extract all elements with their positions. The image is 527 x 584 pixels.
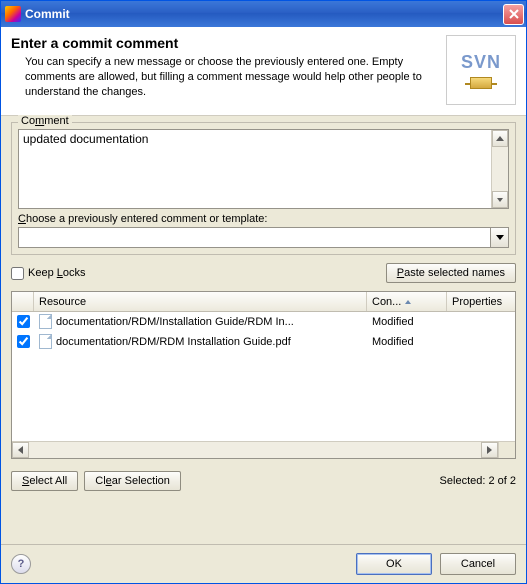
comment-textarea-wrap: updated documentation [18,129,509,209]
ok-button[interactable]: OK [356,553,432,575]
titlebar[interactable]: Commit [1,1,526,27]
options-row: Keep Locks Paste selected names [11,263,516,283]
row-checkbox-cell [12,313,34,330]
scroll-corner [498,442,515,458]
keep-locks-label: Keep Locks [28,267,86,279]
chevron-down-icon [497,198,503,202]
comment-legend: Comment [18,115,72,127]
scroll-right-button[interactable] [481,442,498,458]
previous-comment-label: Choose a previously entered comment or t… [18,213,509,225]
scroll-left-button[interactable] [12,442,29,458]
commit-dialog: Commit Enter a commit comment You can sp… [0,0,527,584]
selection-status: Selected: 2 of 2 [440,475,516,487]
chevron-down-icon [496,235,504,240]
horizontal-scrollbar[interactable] [12,441,515,458]
row-resource: documentation/RDM/RDM Installation Guide… [34,332,367,351]
help-button[interactable]: ? [11,554,31,574]
previous-comment-combo [18,227,509,248]
select-all-button[interactable]: Select All [11,471,78,491]
row-checkbox[interactable] [17,335,30,348]
comment-scrollbar[interactable] [491,130,508,208]
clear-selection-button[interactable]: Clear Selection [84,471,181,491]
svn-logo: SVN [446,35,516,105]
header-title: Enter a commit comment [11,35,438,51]
selection-buttons: Select All Clear Selection [11,471,181,491]
table-header: Resource Con... Properties [12,292,515,312]
row-content-status: Modified [367,334,447,350]
sort-indicator-icon [405,300,411,304]
content-area: Comment updated documentation Choose a p… [1,115,526,544]
comment-fieldset: Comment updated documentation Choose a p… [11,122,516,255]
scroll-up-button[interactable] [492,130,508,147]
row-content-status: Modified [367,314,447,330]
header: Enter a commit comment You can specify a… [1,27,526,115]
help-icon: ? [18,558,25,570]
column-resource[interactable]: Resource [34,292,367,311]
row-checkbox-cell [12,333,34,350]
header-text: Enter a commit comment You can specify a… [11,35,438,100]
row-checkbox[interactable] [17,315,30,328]
scroll-track[interactable] [492,147,508,191]
svn-logo-icon [470,77,492,89]
file-icon [39,334,52,349]
combo-dropdown-button[interactable] [491,227,509,248]
resources-table: Resource Con... Properties documentation… [11,291,516,459]
row-resource: documentation/RDM/Installation Guide/RDM… [34,312,367,331]
window-title: Commit [25,7,503,21]
previous-comment-input[interactable] [18,227,491,248]
column-content[interactable]: Con... [367,292,447,311]
scroll-track-h[interactable] [29,442,481,458]
close-button[interactable] [503,4,524,25]
paste-selected-names-button[interactable]: Paste selected names [386,263,516,283]
row-properties [447,320,515,324]
scroll-down-button[interactable] [492,191,508,208]
column-properties[interactable]: Properties [447,292,515,311]
chevron-left-icon [18,446,23,454]
chevron-right-icon [487,446,492,454]
table-row[interactable]: documentation/RDM/RDM Installation Guide… [12,332,515,352]
comment-textarea[interactable]: updated documentation [19,130,491,208]
cancel-button[interactable]: Cancel [440,553,516,575]
selection-row: Select All Clear Selection Selected: 2 o… [11,471,516,491]
header-description: You can specify a new message or choose … [11,55,438,100]
keep-locks-checkbox[interactable]: Keep Locks [11,267,86,280]
footer: ? OK Cancel [1,544,526,583]
chevron-up-icon [496,136,504,141]
row-properties [447,340,515,344]
svn-logo-text: SVN [461,52,501,73]
table-body: documentation/RDM/Installation Guide/RDM… [12,312,515,441]
file-icon [39,314,52,329]
table-row[interactable]: documentation/RDM/Installation Guide/RDM… [12,312,515,332]
column-checkbox[interactable] [12,292,34,311]
app-icon [5,6,21,22]
keep-locks-input[interactable] [11,267,24,280]
close-icon [509,9,519,19]
footer-buttons: OK Cancel [356,553,516,575]
